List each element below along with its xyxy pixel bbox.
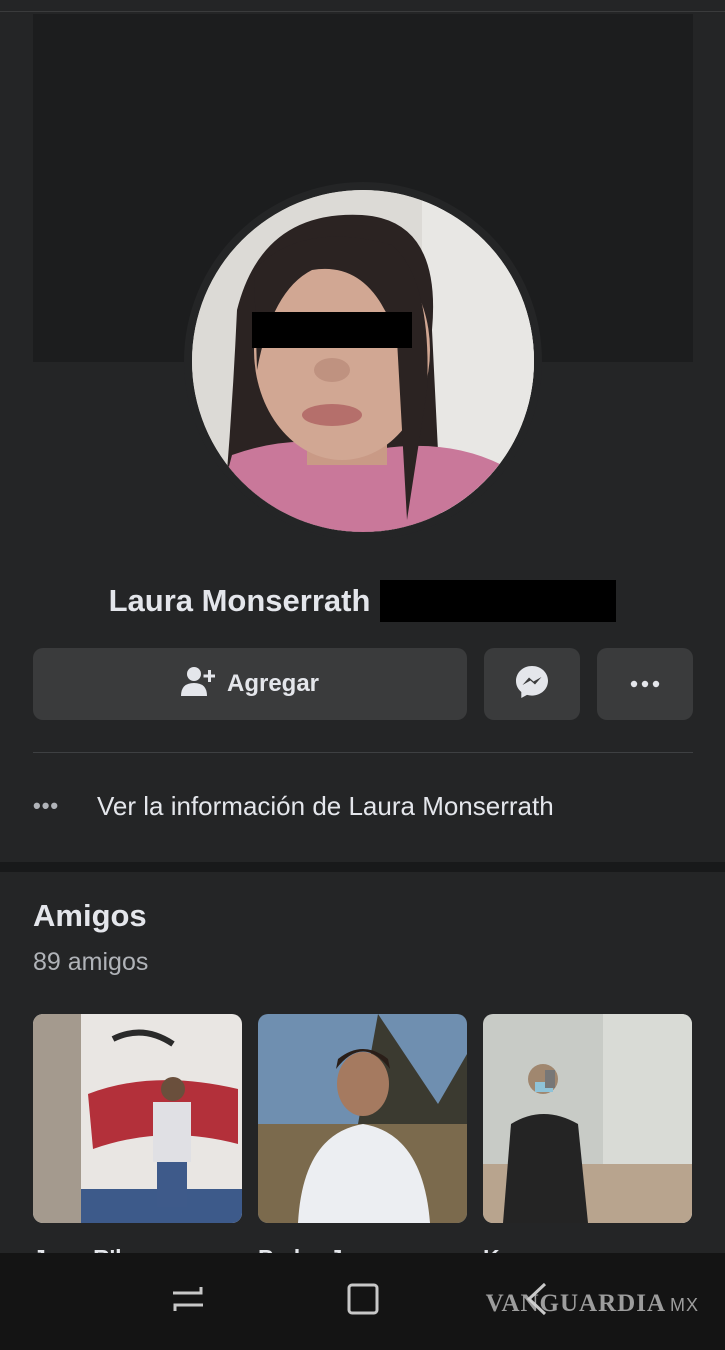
friend-card[interactable]: Juan R'h	[33, 1014, 242, 1271]
friends-grid: Juan R'h Pedro Juarez	[33, 1014, 693, 1271]
more-options-button[interactable]	[597, 648, 693, 720]
friends-title: Amigos	[33, 898, 147, 933]
add-friend-icon	[180, 666, 216, 703]
profile-name-row: Laura Monserrath	[0, 576, 725, 626]
friends-count[interactable]: 89 amigos	[33, 948, 148, 977]
friend-photo[interactable]	[33, 1014, 242, 1223]
profile-actions: Agregar	[33, 648, 693, 720]
see-info-label: Ver la información de Laura Monserrath	[97, 790, 554, 821]
watermark-suffix: MX	[670, 1295, 699, 1315]
watermark-logo: VANGUARDIA MX	[486, 1290, 699, 1318]
home-icon	[346, 1282, 380, 1321]
see-info-link[interactable]: ••• Ver la información de Laura Monserra…	[33, 782, 693, 830]
redaction-bar	[380, 580, 617, 622]
home-button[interactable]	[333, 1272, 393, 1332]
friend-card[interactable]: Kano	[483, 1014, 692, 1271]
info-dots-icon: •••	[33, 793, 60, 818]
message-button[interactable]	[484, 648, 580, 720]
recents-icon	[171, 1282, 205, 1321]
friend-photo[interactable]	[258, 1014, 467, 1223]
recents-button[interactable]	[158, 1272, 218, 1332]
profile-avatar[interactable]	[192, 190, 534, 532]
section-separator	[0, 862, 725, 872]
messenger-icon	[515, 665, 549, 704]
add-friend-button[interactable]: Agregar	[33, 648, 467, 720]
divider	[33, 752, 693, 753]
more-icon	[630, 675, 660, 693]
profile-name: Laura Monserrath	[108, 583, 371, 618]
friend-photo[interactable]	[483, 1014, 692, 1223]
add-friend-label: Agregar	[226, 670, 320, 697]
friend-card[interactable]: Pedro Juarez	[258, 1014, 467, 1271]
watermark-brand: VANGUARDIA	[485, 1290, 666, 1317]
status-bar	[0, 0, 725, 12]
